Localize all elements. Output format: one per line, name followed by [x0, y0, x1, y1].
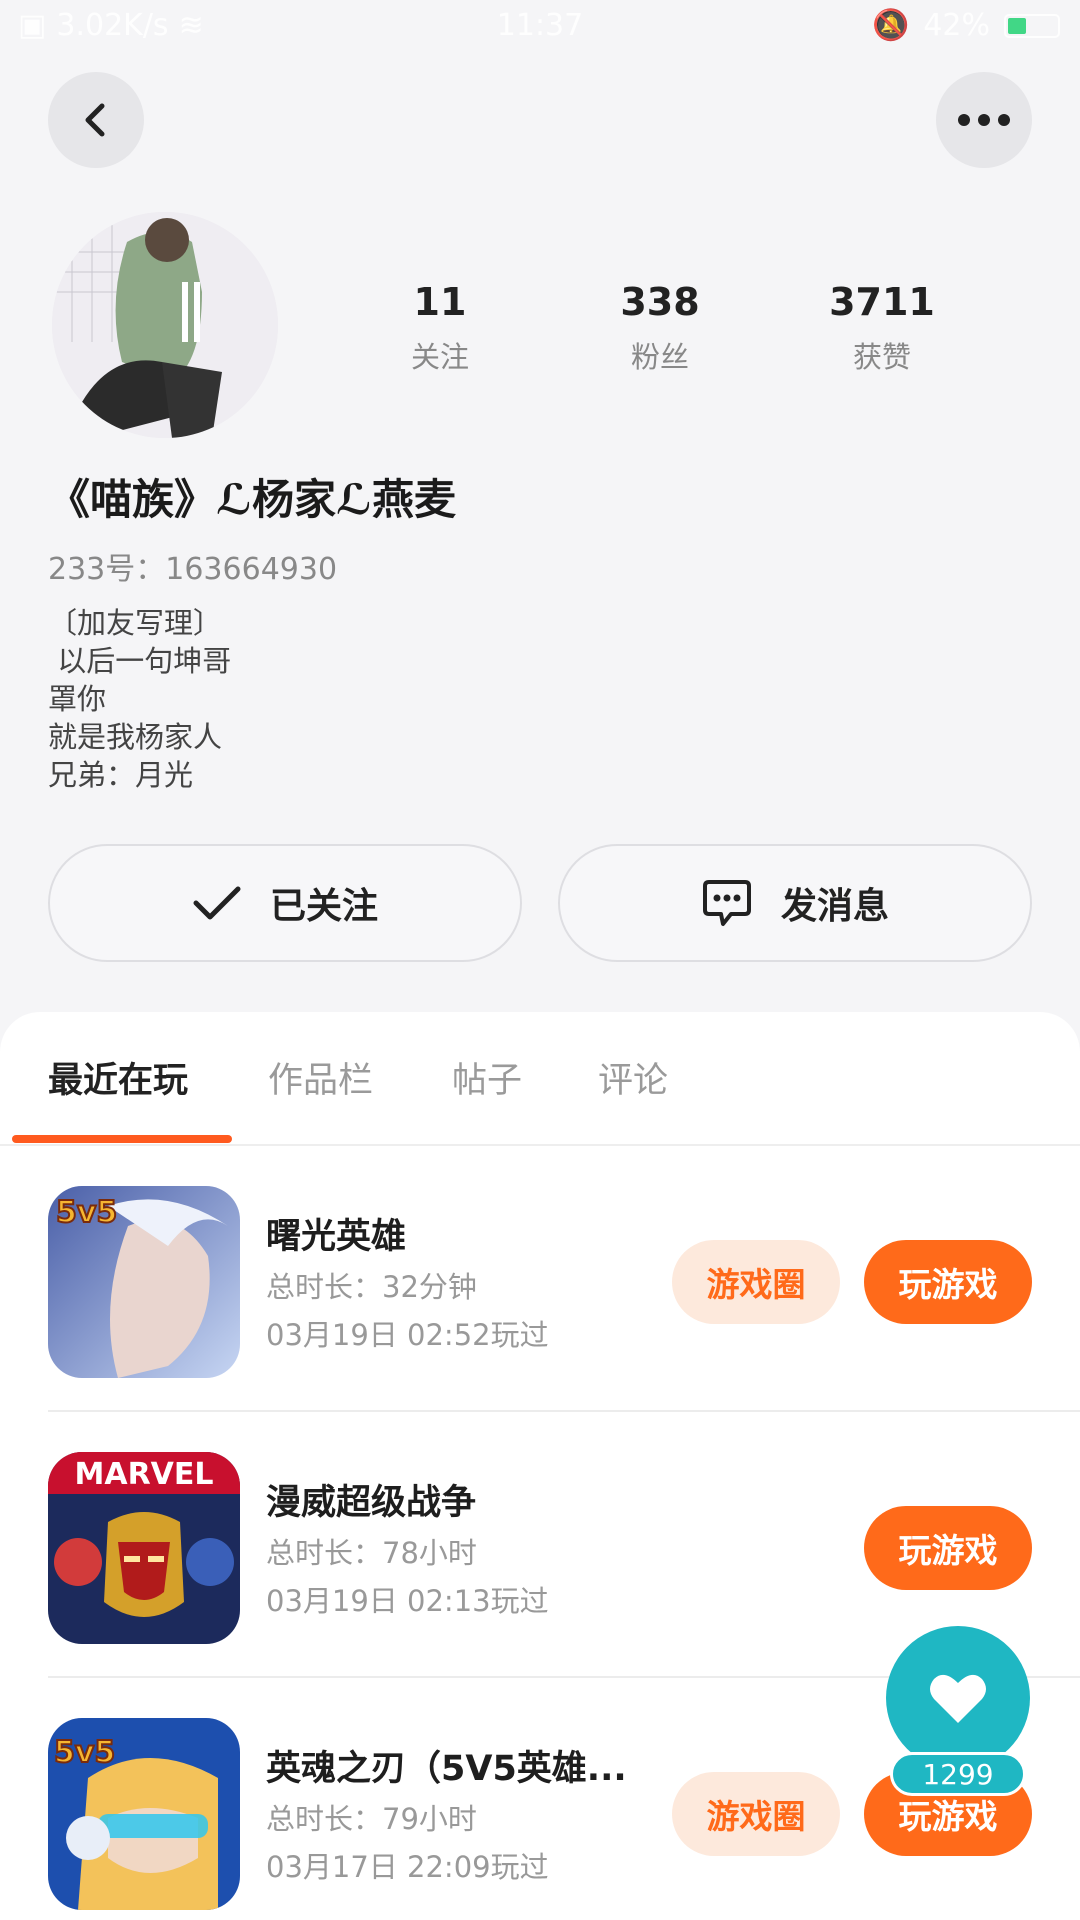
back-button[interactable]: [48, 72, 144, 168]
game-image: 5v5: [48, 1718, 240, 1910]
fans-label: 粉丝: [630, 340, 689, 374]
play-game-button[interactable]: 玩游戏: [864, 1506, 1032, 1590]
stat-fans[interactable]: 338 粉丝: [580, 280, 740, 376]
game-circle-button[interactable]: 游戏圈: [672, 1240, 840, 1324]
following-label: 关注: [410, 340, 469, 374]
mute-icon: 🔕: [871, 8, 910, 43]
user-id: 233号：163664930: [48, 552, 338, 587]
avatar[interactable]: [52, 212, 278, 438]
game-icon-soul-blade[interactable]: 5v5: [48, 1718, 240, 1910]
avatar-image: [52, 212, 278, 438]
tab-recently-played[interactable]: 最近在玩: [48, 1052, 188, 1103]
game-icon-dawn-hero[interactable]: 5v5: [48, 1186, 240, 1378]
more-button[interactable]: [936, 72, 1032, 168]
message-button[interactable]: 发消息: [558, 844, 1032, 962]
chat-bubble-icon: [702, 880, 751, 926]
check-icon: [193, 886, 241, 920]
like-button[interactable]: [886, 1626, 1030, 1770]
tab-indicator: [12, 1135, 232, 1143]
game-image: MARVEL: [48, 1452, 240, 1644]
fans-count: 338: [620, 280, 700, 324]
stat-following[interactable]: 11 关注: [360, 280, 520, 376]
svg-text:MARVEL: MARVEL: [75, 1457, 214, 1492]
message-label: 发消息: [780, 886, 889, 927]
game-last-played: 03月19日 02:52玩过: [266, 1318, 549, 1352]
svg-text:5v5: 5v5: [56, 1195, 117, 1230]
game-image: 5v5: [48, 1186, 240, 1378]
likes-label: 获赞: [852, 340, 911, 374]
battery-percent: 42%: [923, 8, 990, 43]
svg-text:5v5: 5v5: [54, 1735, 115, 1770]
stat-likes[interactable]: 3711 获赞: [802, 280, 962, 376]
like-count: 1299: [890, 1752, 1026, 1796]
heart-icon: [930, 1674, 986, 1723]
tab-posts[interactable]: 帖子: [452, 1052, 522, 1103]
chevron-left-icon: [85, 103, 105, 137]
game-duration: 总时长：78小时: [266, 1536, 477, 1570]
profile-stats: 11 关注 338 粉丝 3711 获赞: [360, 280, 1020, 390]
game-last-played: 03月17日 22:09玩过: [266, 1850, 549, 1884]
tab-comments[interactable]: 评论: [598, 1052, 668, 1103]
game-circle-button[interactable]: 游戏圈: [672, 1772, 840, 1856]
tab-works[interactable]: 作品栏: [268, 1052, 373, 1103]
game-title[interactable]: 漫威超级战争: [266, 1474, 476, 1525]
game-duration: 总时长：32分钟: [266, 1270, 477, 1304]
status-bar: ▣ 3.02K/s ≋ 11:37 🔕 42%: [0, 0, 1080, 56]
bio: 〔加友写理〕 以后一句坤哥 罩你 就是我杨家人 兄弟：月光: [48, 606, 232, 792]
game-last-played: 03月19日 02:13玩过: [266, 1584, 549, 1618]
battery-icon: [1004, 13, 1060, 38]
game-title[interactable]: 曙光英雄: [266, 1208, 406, 1259]
profile-actions: 已关注 发消息: [48, 844, 1032, 964]
following-count: 11: [413, 280, 467, 324]
game-icon-marvel[interactable]: MARVEL: [48, 1452, 240, 1644]
game-duration: 总时长：79小时: [266, 1802, 477, 1836]
more-dots-icon: [958, 114, 1010, 126]
game-title[interactable]: 英魂之刃（5V5英雄...: [266, 1740, 627, 1791]
status-right: 🔕 42%: [872, 8, 1060, 43]
followed-label: 已关注: [269, 886, 378, 927]
username: 《喵族》ℒ杨家ℒ燕麦: [48, 475, 456, 524]
followed-button[interactable]: 已关注: [48, 844, 522, 962]
game-row[interactable]: 5v5 曙光英雄 总时长：32分钟 03月19日 02:52玩过 游戏圈 玩游戏: [0, 1146, 1080, 1412]
play-game-button[interactable]: 玩游戏: [864, 1240, 1032, 1324]
likes-count: 3711: [829, 280, 935, 324]
